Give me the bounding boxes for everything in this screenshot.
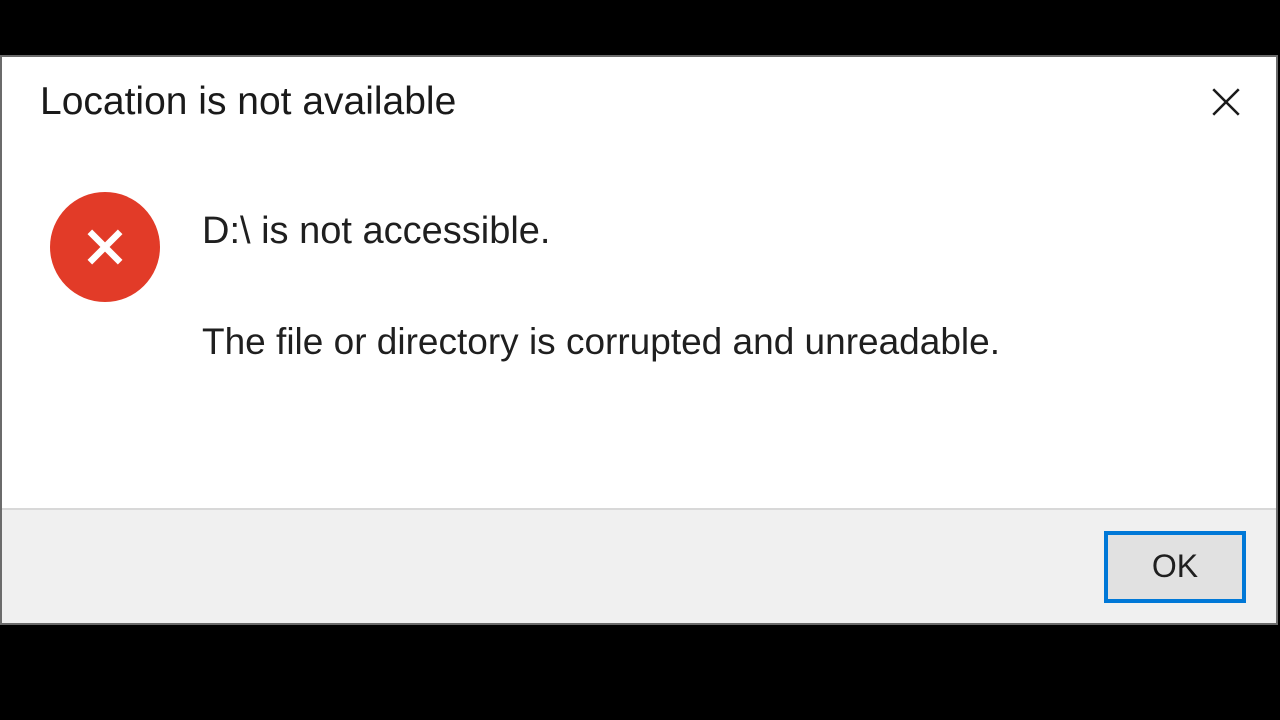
error-dialog: Location is not available D:\ is not acc bbox=[0, 55, 1278, 625]
message-primary: D:\ is not accessible. bbox=[202, 210, 1000, 253]
button-bar: OK bbox=[2, 508, 1276, 623]
close-button[interactable] bbox=[1196, 72, 1256, 132]
dialog-title: Location is not available bbox=[40, 80, 456, 124]
messages: D:\ is not accessible. The file or direc… bbox=[202, 192, 1000, 508]
letterbox-top bbox=[0, 0, 1280, 55]
ok-button[interactable]: OK bbox=[1104, 531, 1246, 603]
dialog-wrapper: Location is not available D:\ is not acc bbox=[0, 55, 1280, 670]
message-secondary: The file or directory is corrupted and u… bbox=[202, 321, 1000, 363]
title-bar: Location is not available bbox=[2, 57, 1276, 147]
letterbox-bottom bbox=[0, 670, 1280, 720]
error-icon bbox=[50, 192, 160, 302]
close-icon bbox=[1209, 85, 1243, 119]
error-icon-container bbox=[50, 192, 160, 302]
content-area: D:\ is not accessible. The file or direc… bbox=[2, 147, 1276, 508]
